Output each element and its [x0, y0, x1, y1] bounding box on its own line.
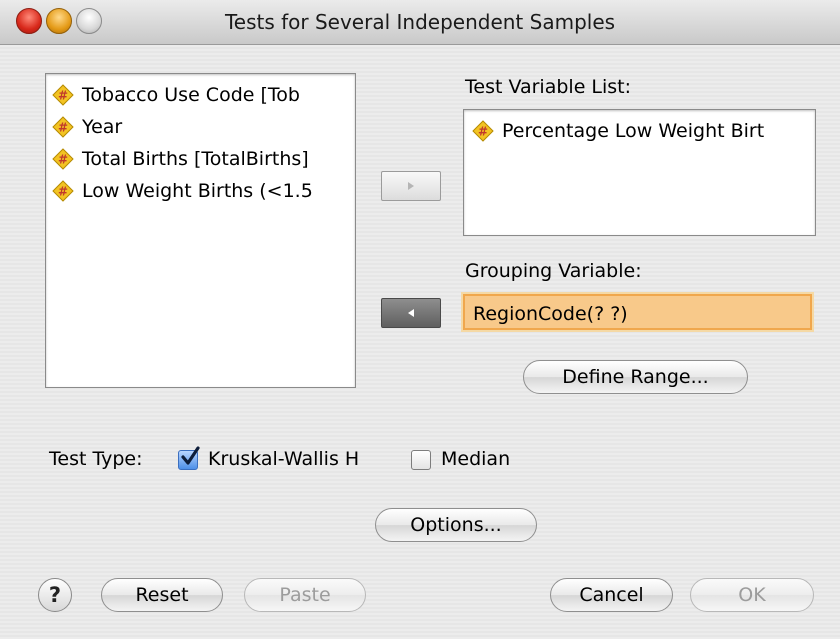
source-variable-list[interactable]: # Tobacco Use Code [Tob # Year # Total B…: [45, 73, 356, 388]
kruskal-wallis-label[interactable]: Kruskal-Wallis H: [208, 448, 359, 470]
dialog-window: Tests for Several Independent Samples # …: [0, 0, 840, 639]
window-title: Tests for Several Independent Samples: [224, 10, 616, 34]
test-variable-list-heading: Test Variable List:: [465, 76, 632, 98]
list-item-label: Low Weight Births (<1.5: [82, 180, 313, 202]
grouping-variable-heading: Grouping Variable:: [465, 260, 642, 282]
list-item-label: Tobacco Use Code [Tob: [82, 84, 300, 106]
svg-text:#: #: [58, 89, 68, 103]
list-item-label: Year: [82, 116, 123, 138]
list-item-label: Total Births [TotalBirths]: [82, 148, 309, 170]
define-range-button[interactable]: Define Range...: [523, 360, 748, 394]
grouping-variable-field[interactable]: RegionCode(? ?): [463, 294, 812, 330]
svg-text:#: #: [58, 185, 68, 199]
cancel-button[interactable]: Cancel: [550, 578, 673, 612]
title-bar: Tests for Several Independent Samples: [0, 0, 840, 45]
paste-button: Paste: [244, 578, 366, 612]
arrow-right-icon: [408, 182, 414, 190]
scale-variable-icon: #: [52, 180, 74, 202]
checkmark-icon: [181, 446, 200, 465]
list-item[interactable]: # Tobacco Use Code [Tob: [52, 80, 352, 110]
help-button[interactable]: ?: [38, 578, 72, 612]
scale-variable-icon: #: [472, 120, 494, 142]
list-item-label: Percentage Low Weight Birt: [502, 120, 765, 142]
scale-variable-icon: #: [52, 116, 74, 138]
test-type-heading: Test Type:: [49, 448, 143, 470]
kruskal-wallis-checkbox[interactable]: [178, 446, 200, 470]
svg-text:#: #: [58, 153, 68, 167]
move-to-test-list-button[interactable]: [381, 171, 441, 201]
arrow-left-icon: [408, 309, 414, 317]
test-variable-list[interactable]: # Percentage Low Weight Birt: [463, 109, 816, 236]
scale-variable-icon: #: [52, 84, 74, 106]
svg-text:#: #: [58, 121, 68, 135]
move-grouping-variable-button[interactable]: [381, 298, 441, 328]
median-checkbox[interactable]: [411, 450, 431, 470]
options-button[interactable]: Options...: [375, 508, 537, 542]
ok-button: OK: [690, 578, 814, 612]
reset-button[interactable]: Reset: [101, 578, 223, 612]
median-label[interactable]: Median: [441, 448, 510, 470]
scale-variable-icon: #: [52, 148, 74, 170]
svg-text:#: #: [478, 125, 488, 139]
